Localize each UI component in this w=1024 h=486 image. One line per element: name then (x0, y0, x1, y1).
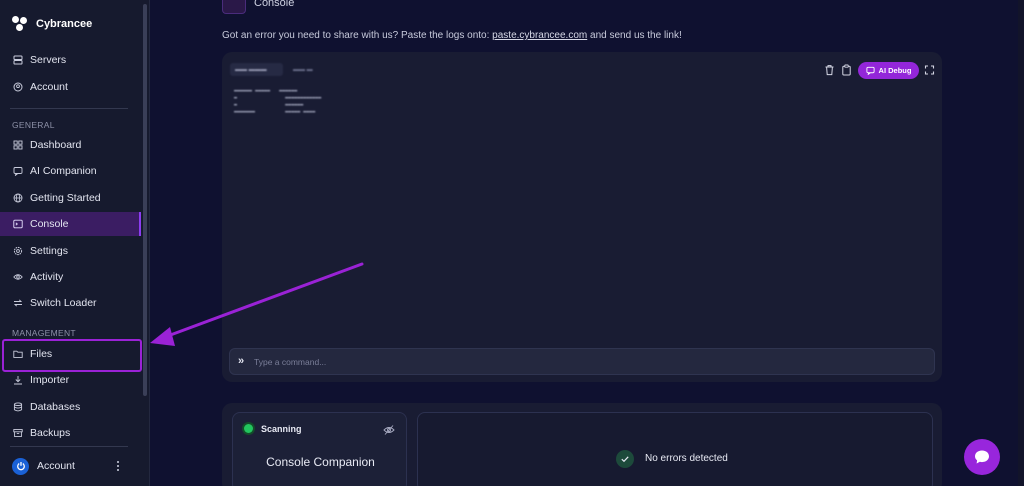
brand-name: Cybrancee (36, 18, 93, 30)
sidebar-item-account[interactable]: Account (0, 75, 141, 99)
console-title-icon (222, 0, 246, 14)
scan-status: Scanning (261, 424, 302, 434)
page-title: Console (254, 0, 295, 9)
sidebar-item-label: AI Companion (30, 165, 97, 177)
switch-arrows-icon (13, 299, 23, 307)
grid-icon (13, 140, 23, 150)
sidebar-item-label: Servers (30, 54, 67, 66)
eye-off-icon[interactable] (383, 424, 395, 436)
sidebar-item-ai-companion[interactable]: AI Companion (0, 159, 141, 183)
sidebar-scrollbar[interactable] (143, 4, 147, 396)
ai-debug-button[interactable]: AI Debug (858, 62, 919, 79)
sidebar-item-label: Getting Started (30, 192, 101, 204)
sidebar-item-label: Dashboard (30, 139, 82, 151)
sidebar-item-activity[interactable]: Activity (0, 265, 141, 289)
sidebar-item-backups[interactable]: Backups (0, 421, 141, 445)
companion-title: Console Companion (266, 455, 375, 469)
page-scrollbar[interactable] (1018, 0, 1024, 486)
account-label: Account (37, 460, 75, 472)
sidebar-item-label: Console (30, 218, 69, 230)
database-icon (13, 402, 23, 412)
sidebar-item-label: Account (30, 81, 68, 93)
scan-card: Scanning Console Companion (232, 412, 407, 486)
expand-icon[interactable] (924, 64, 935, 76)
chat-bot-icon (865, 66, 875, 75)
command-input-wrapper: » (229, 348, 935, 375)
ai-debug-label: AI Debug (878, 66, 912, 75)
sidebar-item-label: Importer (30, 374, 70, 386)
check-icon (616, 450, 634, 468)
companion-panel: Scanning Console Companion No errors det… (222, 403, 942, 486)
sidebar-item-switch-loader[interactable]: Switch Loader (0, 291, 141, 315)
console-output: ▬▬▬▬▬▬ ▬▬▬▬▬ ▬▬▬▬▬▬ ▬ ▬▬▬▬▬▬▬▬▬▬▬▬ ▬ ▬▬▬… (234, 88, 322, 115)
section-label-management: MANAGEMENT (12, 328, 76, 338)
account-menu[interactable]: Account (12, 456, 130, 476)
sidebar-item-settings[interactable]: Settings (0, 239, 141, 263)
sidebar-item-label: Activity (30, 271, 64, 283)
console-tab-1[interactable]: ▬▬ ▬▬▬ (230, 63, 283, 76)
sidebar-item-databases[interactable]: Databases (0, 395, 141, 419)
terminal-icon (13, 219, 23, 229)
paste-info-suffix: and send us the link! (587, 30, 682, 41)
sidebar-item-label: Settings (30, 245, 68, 257)
sidebar-item-label: Switch Loader (30, 297, 97, 309)
sidebar-item-label: Databases (30, 401, 81, 413)
divider (10, 446, 128, 447)
brand[interactable]: Cybrancee (12, 14, 92, 34)
paste-info-prefix: Got an error you need to share with us? … (222, 30, 493, 41)
cybrancee-logo-icon (12, 16, 28, 32)
chat-bubble-icon (975, 450, 989, 464)
archive-icon (13, 429, 23, 438)
paste-info: Got an error you need to share with us? … (222, 30, 682, 41)
command-input[interactable] (254, 355, 914, 369)
power-icon (12, 457, 29, 475)
sidebar-item-dashboard[interactable]: Dashboard (0, 133, 141, 157)
sidebar-item-getting-started[interactable]: Getting Started (0, 186, 141, 210)
download-icon (14, 376, 22, 385)
paste-link[interactable]: paste.cybrancee.com (492, 30, 587, 41)
support-chat-button[interactable] (964, 439, 1000, 475)
eye-icon (13, 274, 23, 280)
sidebar-item-console[interactable]: Console (0, 212, 141, 236)
result-card: No errors detected (417, 412, 933, 486)
console-tab-2[interactable]: ▬▬ ▬ (288, 63, 328, 76)
divider (10, 108, 128, 109)
status-dot (244, 424, 253, 433)
trash-icon[interactable] (824, 64, 835, 76)
files-highlight-box (2, 339, 142, 372)
section-label-general: GENERAL (12, 120, 55, 130)
console-panel: ▬▬ ▬▬▬ ▬▬ ▬ ▬▬▬▬▬▬ ▬▬▬▬▬ ▬▬▬▬▬▬ ▬ ▬▬▬▬▬▬… (222, 52, 942, 382)
globe-icon (13, 193, 23, 203)
user-circle-icon (13, 82, 23, 92)
more-options-icon[interactable] (116, 460, 120, 472)
chevron-double-right-icon: » (238, 355, 245, 367)
clipboard-icon[interactable] (841, 64, 852, 76)
chat-bot-icon (13, 167, 23, 176)
sidebar-item-servers[interactable]: Servers (0, 48, 141, 72)
gear-icon (13, 246, 23, 256)
result-message: No errors detected (645, 453, 728, 464)
server-icon (13, 55, 23, 65)
sidebar-item-label: Backups (30, 427, 71, 439)
sidebar: Cybrancee Servers Account GENERAL Dashbo… (0, 0, 150, 486)
